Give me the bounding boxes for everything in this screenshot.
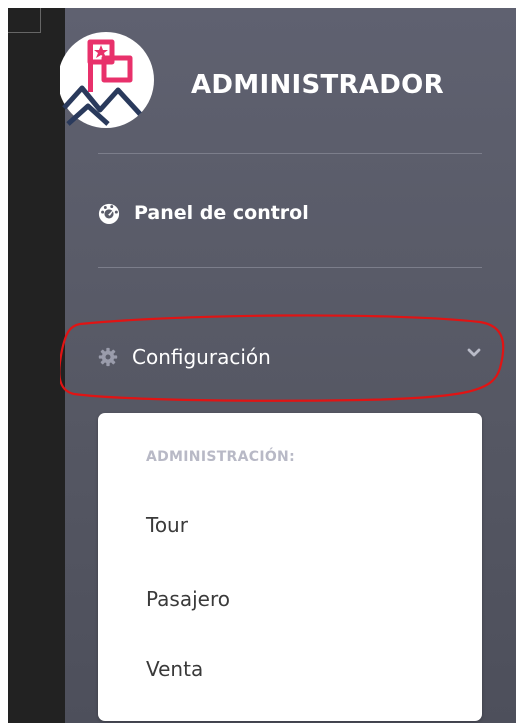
submenu-item-venta[interactable]: Venta [146,657,203,681]
sidebar-item-dashboard-label: Panel de control [134,202,309,224]
brand-title: ADMINISTRADOR [191,70,444,100]
submenu-item-pasajero[interactable]: Pasajero [146,587,230,611]
submenu-item-tour[interactable]: Tour [146,513,188,537]
sidebar-brand[interactable]: ADMINISTRADOR [60,8,516,138]
background-window [8,8,65,723]
configuracion-submenu: ADMINISTRACIÓN: Tour Pasajero Venta [98,413,482,721]
sidebar-divider [98,267,482,268]
sidebar: ADMINISTRADOR Panel de control Configura… [60,8,516,723]
sidebar-item-dashboard[interactable]: Panel de control [98,196,309,230]
window-corner [8,8,41,33]
submenu-header: ADMINISTRACIÓN: [146,449,295,465]
screenshot-frame: ADMINISTRADOR Panel de control Configura… [0,0,516,723]
sidebar-item-configuracion-label: Configuración [132,345,271,369]
gear-icon [98,347,118,367]
brand-logo-icon [60,32,154,128]
chevron-down-icon[interactable] [466,345,482,361]
tachometer-icon [98,202,120,224]
sidebar-divider [98,153,482,154]
sidebar-item-configuracion[interactable]: Configuración [98,339,482,375]
